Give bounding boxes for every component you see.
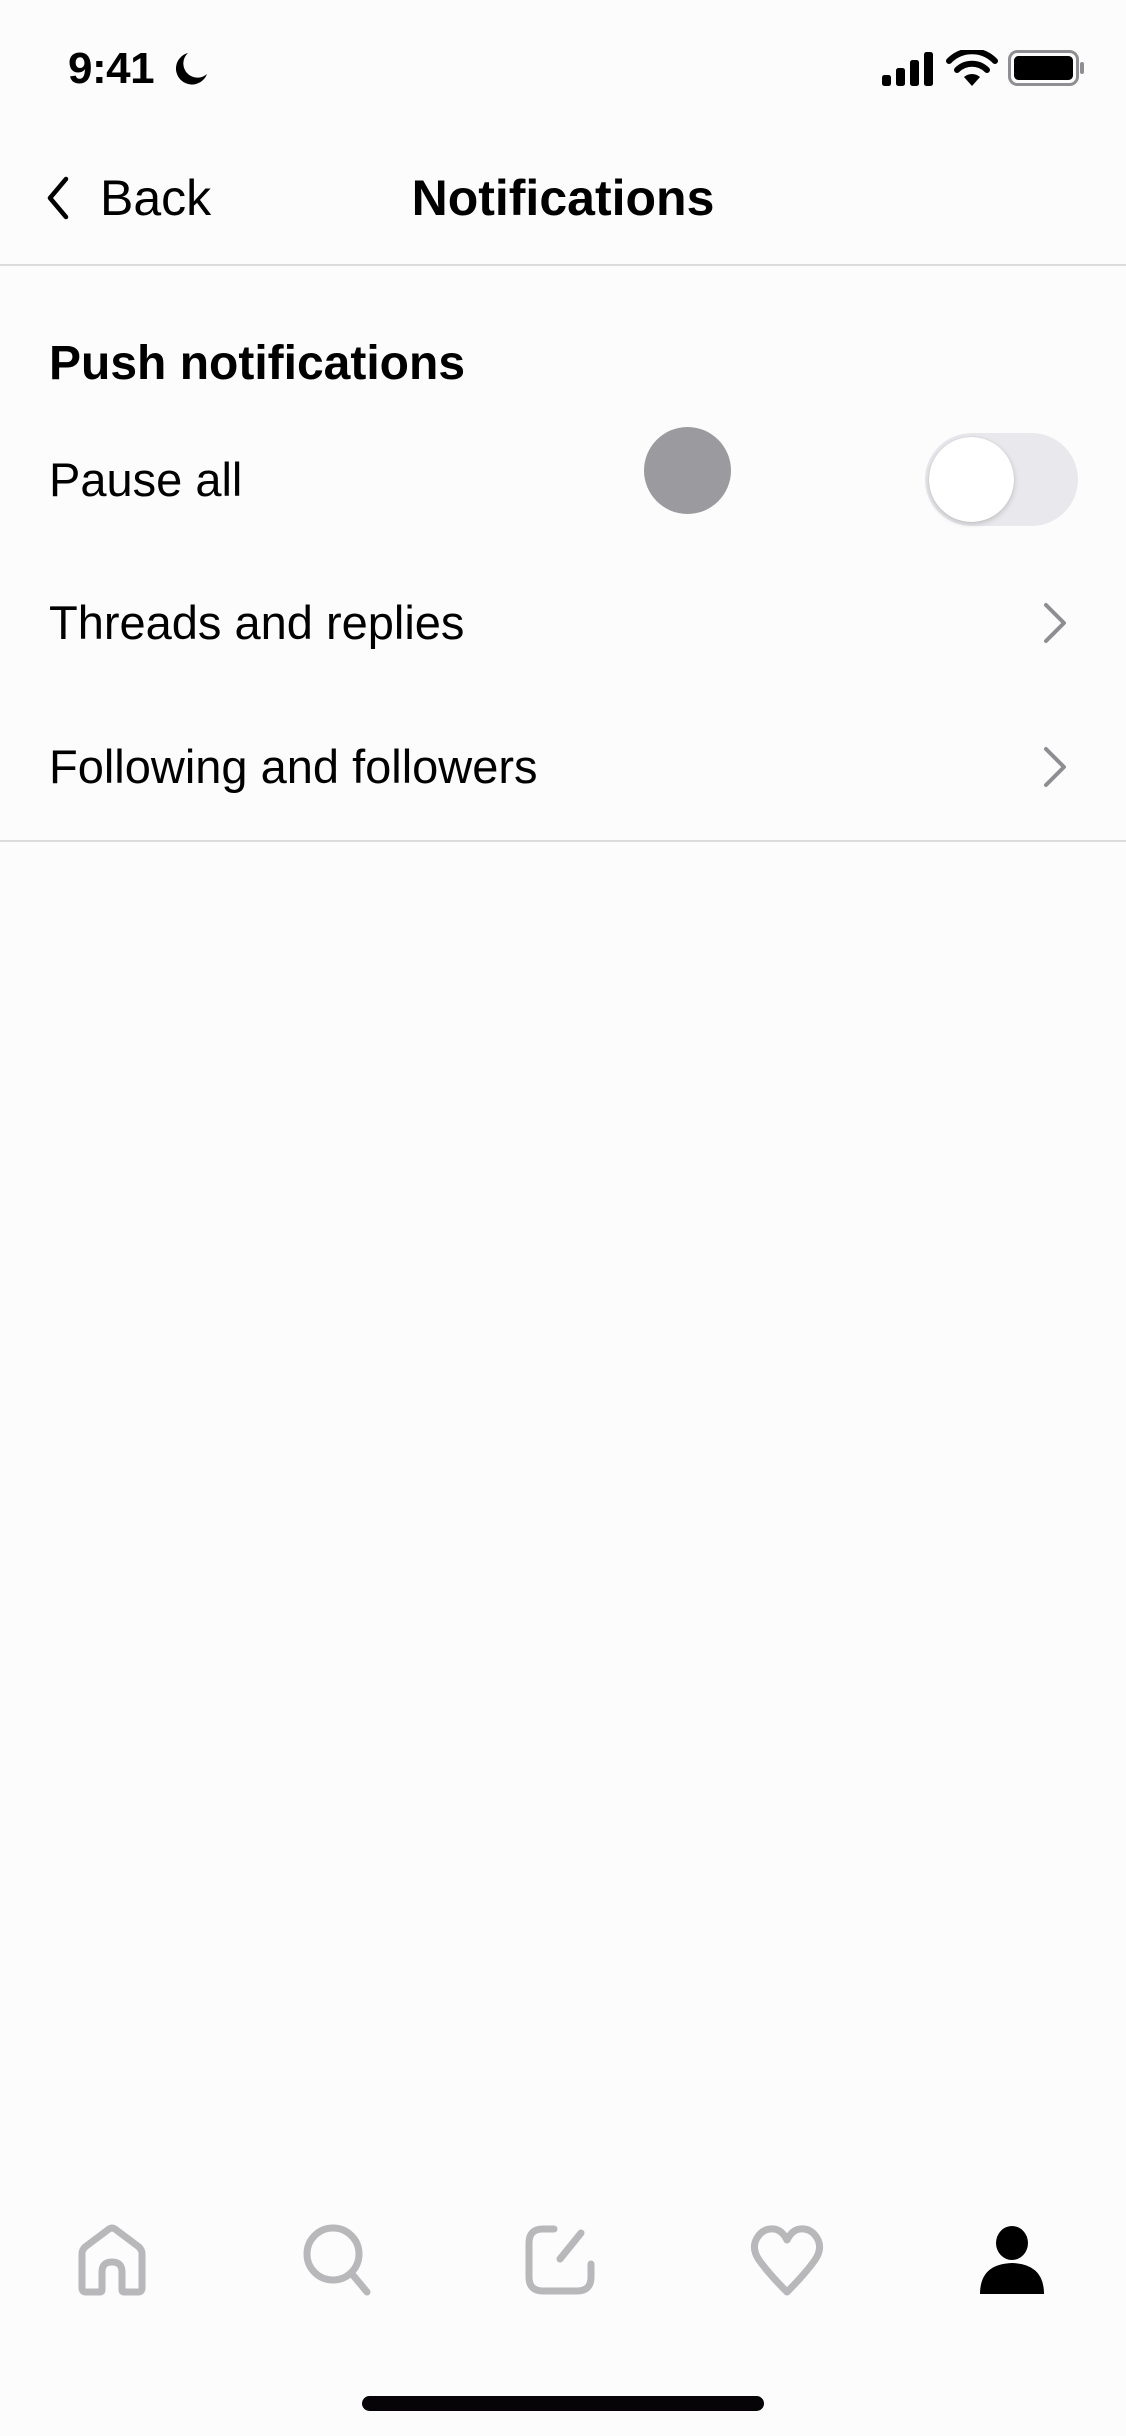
page-title: Notifications	[411, 170, 715, 226]
profile-icon	[980, 2226, 1044, 2294]
status-time: 9:41	[68, 44, 155, 93]
tab-profile[interactable]	[972, 2220, 1052, 2300]
nav-divider	[0, 264, 1126, 266]
cellular-signal-icon	[882, 52, 933, 86]
tab-compose[interactable]	[521, 2220, 601, 2300]
tab-home[interactable]	[72, 2220, 152, 2300]
section-divider	[0, 840, 1126, 842]
home-indicator	[362, 2396, 764, 2411]
heart-icon	[750, 2225, 824, 2296]
row-label: Following and followers	[49, 740, 538, 793]
chevron-right-icon	[1044, 603, 1066, 643]
toggle-knob	[929, 437, 1014, 522]
row-following-and-followers[interactable]: Following and followers	[0, 697, 1126, 837]
wifi-icon	[946, 50, 998, 86]
tab-activity[interactable]	[747, 2220, 827, 2300]
tab-search[interactable]	[297, 2220, 377, 2300]
compose-icon	[525, 2225, 595, 2295]
battery-icon	[1008, 50, 1084, 86]
chevron-right-icon	[1044, 747, 1066, 787]
touch-indicator	[644, 427, 731, 514]
row-label: Threads and replies	[49, 596, 465, 649]
search-icon	[303, 2224, 371, 2296]
pause-all-toggle[interactable]	[925, 433, 1078, 526]
section-title-push-notifications: Push notifications	[49, 337, 466, 390]
home-icon	[78, 2224, 146, 2296]
row-threads-and-replies[interactable]: Threads and replies	[0, 553, 1126, 693]
moon-icon	[175, 53, 207, 85]
row-label: Pause all	[49, 453, 243, 506]
